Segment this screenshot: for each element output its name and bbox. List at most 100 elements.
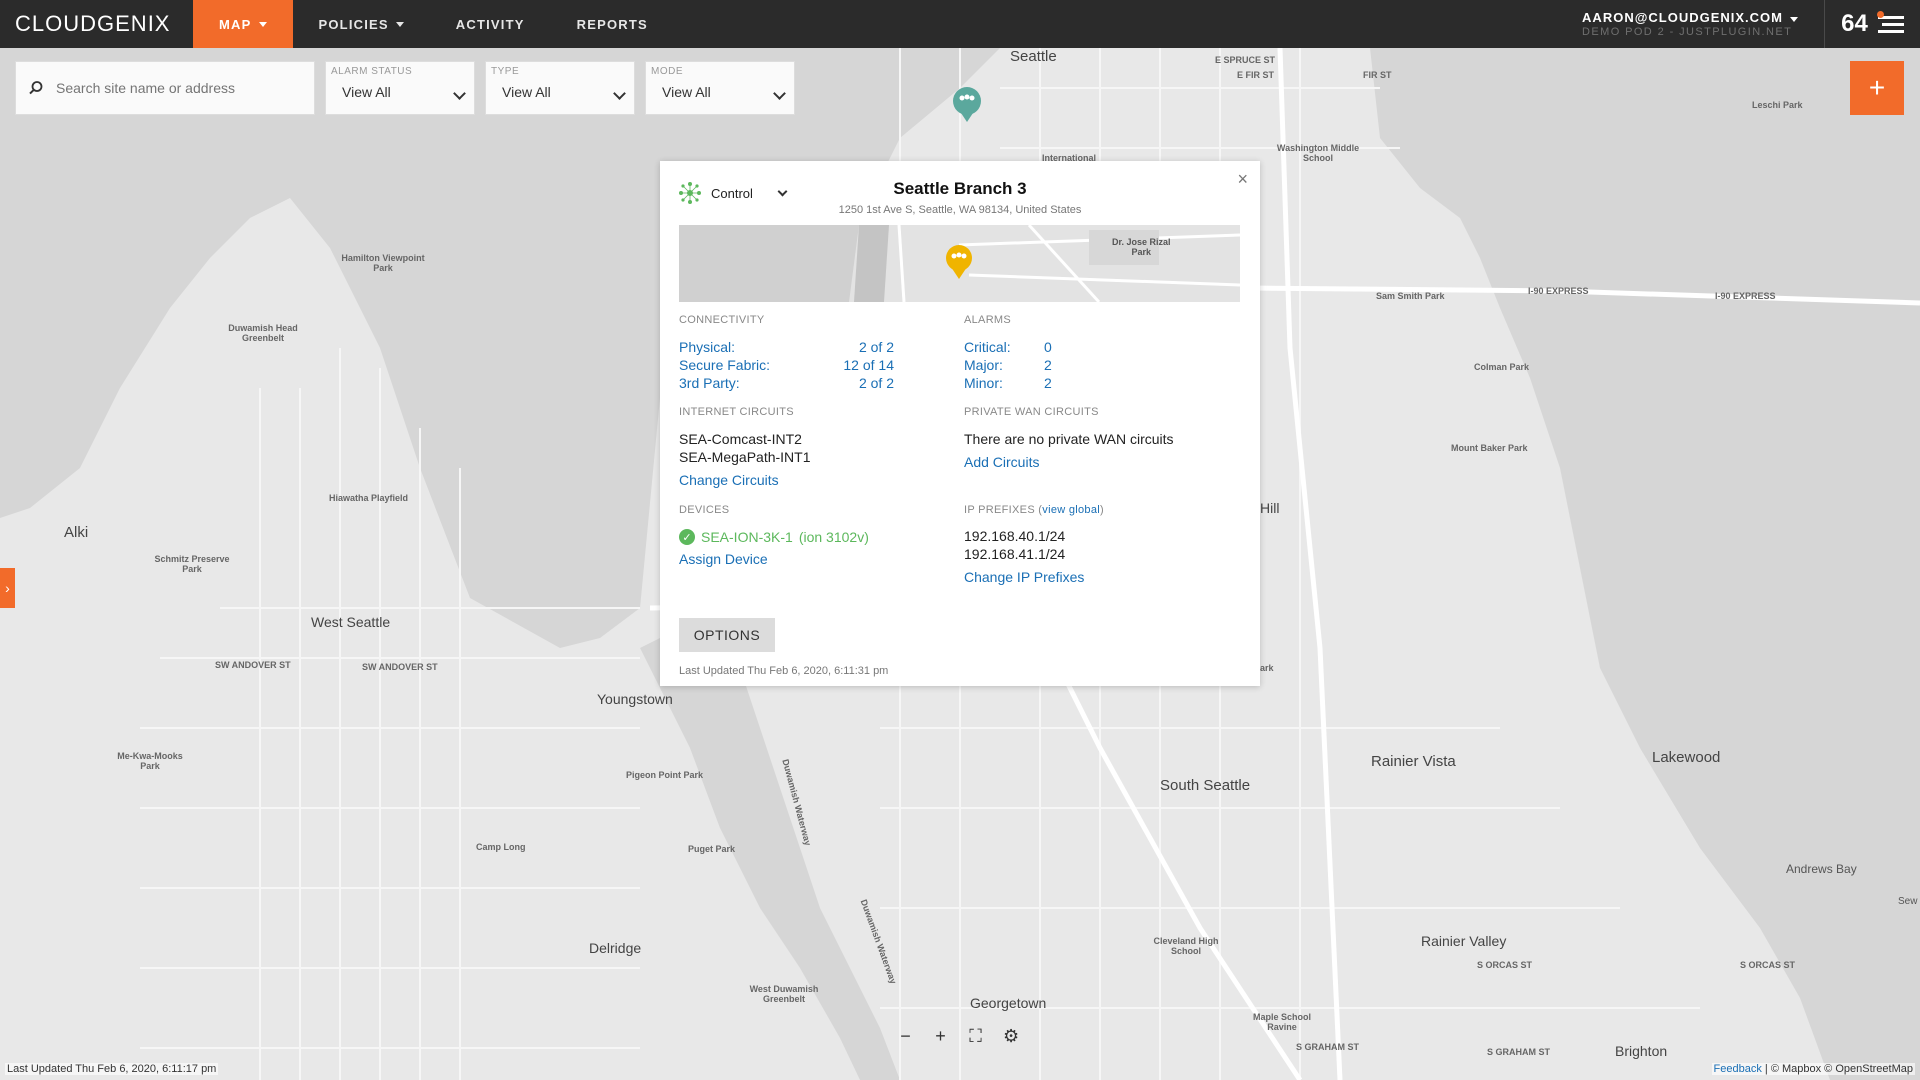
fit-bounds-icon[interactable]: ⛶ — [968, 1026, 983, 1047]
devices-label: DEVICES — [679, 504, 730, 516]
alarm-critical[interactable]: Critical: 0 — [964, 339, 1052, 355]
add-circuits-link[interactable]: Add Circuits — [964, 454, 1039, 470]
site-marker-icon — [946, 245, 972, 279]
notifications-menu[interactable]: 64 — [1824, 0, 1920, 48]
map-label-lakewood: Lakewood — [1652, 749, 1721, 766]
connectivity-row-name: Secure Fabric: — [679, 357, 771, 373]
alarm-row-name: Critical: — [964, 339, 1011, 355]
connectivity-row-name: 3rd Party: — [679, 375, 740, 391]
sidebar-expand-button[interactable]: › — [0, 568, 15, 608]
map-label-duwamish-head: Duwamish Head Greenbelt — [228, 323, 298, 343]
type-value: View All — [502, 84, 551, 100]
site-search[interactable] — [15, 61, 315, 115]
add-site-button[interactable]: + — [1850, 61, 1904, 115]
map-label-washington-middle: Washington Middle School — [1276, 143, 1360, 163]
logo[interactable]: CLOUD GENIX — [0, 0, 193, 48]
map-label-pigeon-point: Pigeon Point Park — [626, 770, 704, 780]
map-label-puget-park: Puget Park — [688, 844, 736, 854]
nav-map-label: MAP — [219, 16, 252, 32]
view-global-link[interactable]: view global — [1042, 504, 1100, 516]
top-nav: CLOUD GENIX MAP POLICIES ACTIVITY REPORTS… — [0, 0, 1920, 48]
settings-icon[interactable]: ⚙ — [1003, 1026, 1019, 1047]
ip-prefixes-label-close: ) — [1100, 504, 1104, 516]
map-label-s-graham: S GRAHAM ST — [1296, 1042, 1359, 1052]
type-filter[interactable]: TYPE View All — [485, 61, 635, 115]
private-wan-empty: There are no private WAN circuits — [964, 431, 1174, 447]
site-popup: × Control Seattle Branch 3 1250 1st Ave … — [660, 161, 1260, 686]
map-label-cleveland: Cleveland High School — [1153, 936, 1219, 956]
map-label-i90-b: I-90 EXPRESS — [1715, 291, 1776, 301]
map-label-alki: Alki — [64, 524, 89, 541]
plus-icon: + — [1868, 72, 1886, 103]
nav-reports-label: REPORTS — [576, 16, 648, 32]
check-icon: ✓ — [679, 529, 695, 545]
notification-dot-icon — [1876, 11, 1884, 18]
nav-policies[interactable]: POLICIES — [293, 0, 430, 48]
alarm-major[interactable]: Major: 2 — [964, 357, 1052, 373]
alarm-row-value: 2 — [1044, 357, 1052, 373]
alarm-row-name: Minor: — [964, 375, 1003, 391]
circuit-item: SEA-MegaPath-INT1 — [679, 449, 811, 465]
map-label-hill: Hill — [1260, 500, 1280, 516]
nav-map[interactable]: MAP — [193, 0, 293, 48]
attribution-text: | © Mapbox © OpenStreetMap — [1764, 1063, 1913, 1075]
alarm-minor[interactable]: Minor: 2 — [964, 375, 1052, 391]
map-label-s-orcas: S ORCAS ST — [1477, 960, 1533, 970]
change-circuits-link[interactable]: Change Circuits — [679, 472, 779, 488]
device-model: (ion 3102v) — [798, 529, 869, 545]
alarm-status-label: ALARM STATUS — [331, 66, 413, 77]
site-mini-map[interactable]: Dr. Jose Rizal Park — [679, 225, 1240, 302]
nav-activity[interactable]: ACTIVITY — [430, 0, 551, 48]
alarm-status-filter[interactable]: ALARM STATUS View All — [325, 61, 475, 115]
chevron-down-icon — [258, 21, 267, 27]
map-label-south-seattle: South Seattle — [1160, 777, 1251, 794]
device-item[interactable]: ✓ SEA-ION-3K-1 (ion 3102v) — [679, 529, 869, 545]
nav-reports[interactable]: REPORTS — [551, 0, 674, 48]
map-label-west-duwamish: West Duwamish Greenbelt — [749, 984, 819, 1004]
map-label-west-seattle: West Seattle — [311, 614, 391, 630]
user-menu[interactable]: AARON@CLOUDGENIX.COM DEMO POD 2 - JUSTPL… — [1582, 0, 1824, 48]
user-email-text: AARON@CLOUDGENIX.COM — [1582, 10, 1783, 25]
map-label-leschi: Leschi Park — [1752, 100, 1803, 110]
options-button[interactable]: OPTIONS — [679, 618, 775, 652]
alarm-status-value: View All — [342, 84, 391, 100]
ip-prefix-item: 192.168.40.1/24 — [964, 528, 1066, 544]
map-label-fir-st: FIR ST — [1363, 70, 1392, 80]
assign-device-link[interactable]: Assign Device — [679, 551, 768, 567]
map-label-rainier-valley: Rainier Valley — [1421, 933, 1507, 949]
site-title: Seattle Branch 3 — [893, 179, 1027, 198]
map-label-s-orcas-2: S ORCAS ST — [1740, 960, 1796, 970]
nav-activity-label: ACTIVITY — [455, 16, 525, 32]
connectivity-row-value: 2 of 2 — [858, 339, 894, 355]
zoom-in-icon[interactable]: + — [933, 1026, 948, 1047]
connectivity-secure-fabric[interactable]: Secure Fabric: 12 of 14 — [679, 357, 894, 373]
connectivity-physical[interactable]: Physical: 2 of 2 — [679, 339, 894, 355]
logo-text-light: GENIX — [97, 11, 171, 36]
zoom-out-icon[interactable]: − — [898, 1026, 913, 1047]
ip-prefix-item: 192.168.41.1/24 — [964, 546, 1066, 562]
user-tenant: DEMO POD 2 - JUSTPLUGIN.NET — [1582, 26, 1793, 38]
mini-map-label: Dr. Jose Rizal Park — [1112, 237, 1171, 257]
alarm-row-value: 0 — [1044, 339, 1052, 355]
map-label-hamilton: Hamilton Viewpoint Park — [341, 253, 425, 273]
logo-text-bold: CLOUD — [15, 11, 98, 36]
map-label-hiawatha: Hiawatha Playfield — [329, 493, 409, 503]
map-label-georgetown: Georgetown — [970, 995, 1047, 1011]
type-label: TYPE — [491, 66, 520, 77]
map-label-andrews-bay: Andrews Bay — [1786, 862, 1857, 876]
chevron-down-icon — [1790, 17, 1798, 22]
popup-last-updated: Last Updated Thu Feb 6, 2020, 6:11:31 pm — [679, 665, 889, 677]
map-label-s-graham-2: S GRAHAM ST — [1487, 1047, 1550, 1057]
ip-prefixes-label: IP PREFIXES (view global) — [964, 504, 1104, 516]
map-label-schmitz: Schmitz Preserve Park — [154, 554, 230, 574]
mode-value: View All — [662, 84, 711, 100]
mode-filter[interactable]: MODE View All — [645, 61, 795, 115]
site-marker-icon[interactable] — [953, 87, 981, 122]
feedback-link[interactable]: Feedback — [1714, 1063, 1762, 1075]
change-ip-prefixes-link[interactable]: Change IP Prefixes — [964, 569, 1084, 585]
menu-icon — [1876, 11, 1904, 35]
map-attribution: Feedback | © Mapbox © OpenStreetMap — [1711, 1063, 1915, 1075]
connectivity-third-party[interactable]: 3rd Party: 2 of 2 — [679, 375, 894, 391]
search-input[interactable] — [56, 80, 296, 96]
